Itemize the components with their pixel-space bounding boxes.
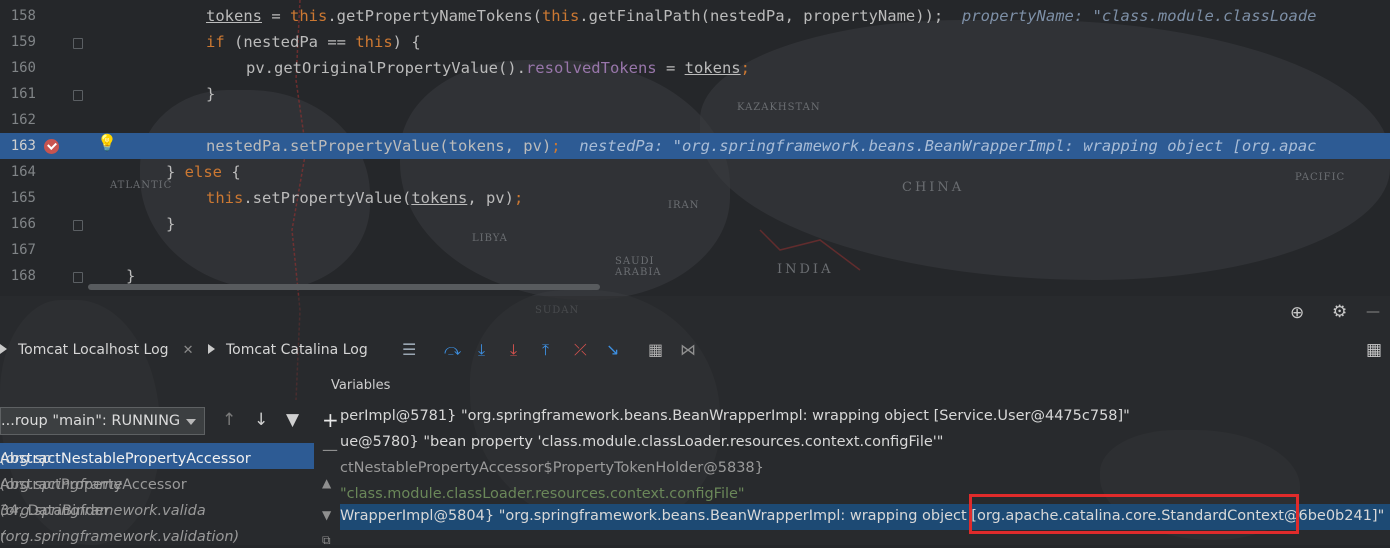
- frame-package: (org.springframework.validation): [0, 529, 240, 545]
- line-number: 166: [10, 216, 36, 232]
- code-line: 161 }: [0, 81, 1390, 107]
- variable-value: "bean property 'class.module.classLoader…: [423, 434, 944, 450]
- tab-label: Tomcat Catalina Log: [226, 342, 368, 358]
- inline-hint: nestedPa: "org.springframework.beans.Bea…: [579, 137, 1317, 155]
- fold-icon[interactable]: [73, 220, 83, 231]
- chevron-down-icon: [186, 419, 196, 425]
- thread-selector[interactable]: ...roup "main": RUNNING: [0, 407, 205, 435]
- console-icon: [0, 344, 10, 354]
- code-editor[interactable]: 158 tokens = this.getPropertyNameTokens(…: [0, 0, 1390, 295]
- code-text: }: [126, 267, 136, 285]
- code-text: if (nestedPa == this) {: [206, 33, 421, 51]
- breakpoint-icon[interactable]: [44, 139, 59, 154]
- code-line: 165 this.setPropertyValue(tokens, pv);: [0, 185, 1390, 211]
- code-text: }: [166, 215, 176, 233]
- code-text: pv.getOriginalPropertyValue().resolvedTo…: [246, 59, 750, 77]
- line-number: 164: [10, 164, 36, 180]
- gear-icon[interactable]: ⚙: [1332, 302, 1347, 322]
- code-line: 159 if (nestedPa == this) {: [0, 29, 1390, 55]
- code-text: }: [206, 85, 216, 103]
- code-text: this.setPropertyValue(tokens, pv);: [206, 189, 524, 207]
- variable-row[interactable]: ctNestablePropertyAccessor$PropertyToken…: [340, 456, 1390, 482]
- variable-ref: perImpl@5781}: [340, 408, 457, 424]
- frame-package: (org.sp: [0, 451, 52, 467]
- add-watch-icon[interactable]: +: [322, 408, 339, 432]
- code-text: nestedPa.setPropertyValue(tokens, pv); n…: [206, 137, 1317, 155]
- variable-row[interactable]: perImpl@5781} "org.springframework.beans…: [340, 404, 1390, 430]
- console-icon: [208, 344, 218, 354]
- variable-ref: ctNestablePropertyAccessor$PropertyToken…: [340, 460, 764, 476]
- move-down-icon[interactable]: ▼: [322, 508, 331, 522]
- stack-frame[interactable]: 34, DataBinder (org.springframework.vali…: [0, 495, 314, 521]
- variable-ref: ue@5780}: [340, 434, 419, 450]
- code-text: tokens = this.getPropertyNameTokens(this…: [206, 7, 1317, 25]
- step-into-icon[interactable]: ⤓: [478, 340, 485, 360]
- line-number: 160: [10, 60, 36, 76]
- evaluate-icon[interactable]: ▦: [648, 340, 663, 359]
- crosshair-icon[interactable]: ⊕: [1290, 303, 1304, 323]
- show-execution-point-icon[interactable]: ☰: [402, 340, 416, 359]
- arrow-up-icon[interactable]: ↑: [222, 410, 236, 430]
- layout-icon[interactable]: ▦: [1366, 340, 1382, 360]
- code-line: 162: [0, 107, 1390, 133]
- tab-tomcat-localhost-log[interactable]: Tomcat Localhost Log ✕: [0, 342, 193, 358]
- highlight-box: [969, 494, 1299, 534]
- step-over-icon[interactable]: ⤼: [444, 340, 461, 360]
- variable-ref: WrapperImpl@5804}: [340, 508, 495, 524]
- horizontal-scrollbar[interactable]: [88, 284, 600, 290]
- variable-row[interactable]: ue@5780} "bean property 'class.module.cl…: [340, 430, 1390, 456]
- thread-selector-value: ...roup "main": RUNNING: [1, 413, 181, 429]
- trace-icon[interactable]: ⋈: [680, 340, 696, 359]
- code-text: } else {: [166, 163, 241, 181]
- drop-frame-icon[interactable]: ⤫: [574, 340, 587, 360]
- stack-frame[interactable]: AbstractPropertyAccessor (org.springfram…: [0, 469, 314, 495]
- tab-tomcat-catalina-log[interactable]: Tomcat Catalina Log: [208, 342, 368, 358]
- variable-value: "class.module.classLoader.resources.cont…: [340, 486, 745, 502]
- code-line: 167: [0, 237, 1390, 263]
- line-number: 165: [10, 190, 36, 206]
- close-icon[interactable]: ✕: [183, 343, 194, 358]
- code-line: 166 }: [0, 211, 1390, 237]
- filter-icon[interactable]: ▼: [286, 410, 299, 430]
- minimize-icon[interactable]: —: [1366, 304, 1380, 320]
- copy-icon[interactable]: ⧉: [322, 533, 331, 548]
- fold-icon[interactable]: [73, 90, 83, 101]
- frame-package: (org.springframe: [0, 477, 123, 493]
- current-code-line: 163 nestedPa.setPropertyValue(tokens, pv…: [0, 133, 1390, 159]
- step-out-icon[interactable]: ⤒: [542, 340, 549, 360]
- line-number: 162: [10, 112, 36, 128]
- frame-package: (org.springframework.valida: [0, 503, 206, 519]
- force-step-into-icon[interactable]: ⤓: [510, 340, 517, 360]
- line-number: 163: [10, 138, 36, 154]
- variable-value: "org.springframework.beans.BeanWrapperIm…: [460, 408, 1130, 424]
- remove-watch-icon[interactable]: —: [322, 440, 338, 459]
- fold-icon[interactable]: [73, 38, 83, 49]
- code-line: 164 } else {: [0, 159, 1390, 185]
- line-number: 168: [10, 268, 36, 284]
- code-line: 160 pv.getOriginalPropertyValue().resolv…: [0, 55, 1390, 81]
- lightbulb-icon[interactable]: 💡: [97, 133, 117, 152]
- variables-label: Variables: [331, 378, 391, 393]
- line-number: 158: [10, 8, 36, 24]
- move-up-icon[interactable]: ▲: [322, 476, 331, 490]
- line-number: 159: [10, 34, 36, 50]
- arrow-down-icon[interactable]: ↓: [254, 410, 268, 430]
- stack-frame[interactable]: r (org.springframework.validation): [0, 521, 314, 547]
- line-number: 167: [10, 242, 36, 258]
- fold-icon[interactable]: [73, 272, 83, 283]
- run-to-cursor-icon[interactable]: ↘: [606, 340, 619, 359]
- stack-frame[interactable]: AbstractNestablePropertyAccessor (org.sp: [0, 443, 314, 469]
- line-number: 161: [10, 86, 36, 102]
- tab-label: Tomcat Localhost Log: [18, 342, 169, 358]
- inline-hint: propertyName: "class.module.classLoade: [961, 7, 1317, 25]
- code-line: 158 tokens = this.getPropertyNameTokens(…: [0, 3, 1390, 29]
